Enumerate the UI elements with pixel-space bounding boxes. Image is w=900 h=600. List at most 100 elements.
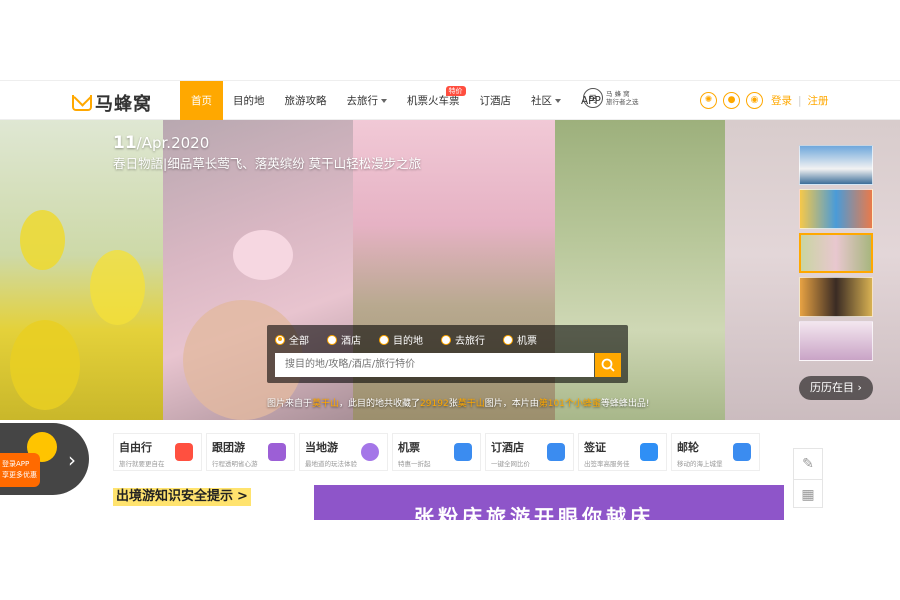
qq-icon[interactable]: ● [723, 92, 740, 109]
radio-icon [441, 334, 451, 345]
side-toolbar: ✎ ▦ [793, 448, 823, 508]
app-line1: 登录APP [2, 460, 30, 468]
weibo-icon[interactable]: ✺ [700, 92, 717, 109]
search-input[interactable] [275, 353, 594, 377]
thumbnail-3[interactable] [799, 233, 873, 273]
search-tab-travel[interactable]: 去旅行 [441, 332, 485, 347]
thumbnail-1[interactable] [799, 145, 873, 185]
service-bar: 自由行 旅行就要更自在 跟团游 行程透明省心游 当地游 最地道的玩法体验 机票 特惠一折… [113, 433, 760, 471]
service-free-travel[interactable]: 自由行 旅行就要更自在 [113, 433, 202, 471]
seal-line2: 旅行者之选 [606, 98, 639, 106]
nav-item-guides[interactable]: 旅游攻略 [275, 81, 337, 121]
search-button[interactable] [595, 353, 621, 377]
chevron-down-icon [555, 99, 561, 103]
pencil-icon[interactable]: ✎ [794, 449, 822, 479]
tab-label: 去旅行 [455, 336, 485, 347]
nav-item-travel[interactable]: 去旅行 [337, 81, 398, 121]
hero-thumbnails [799, 145, 873, 365]
search-panel: 全部 酒店 目的地 去旅行 机票 [267, 325, 628, 383]
seal-line1: 马 蜂 窝 [606, 90, 630, 98]
credit-place-link[interactable]: 莫干山 [312, 399, 339, 409]
nav-item-hotel[interactable]: 订酒店 [470, 81, 522, 121]
safety-tips-link[interactable]: 出境游知识安全提示 > [113, 488, 251, 506]
nav-label: 去旅行 [346, 95, 379, 107]
logo-text: 马蜂窝 [95, 94, 152, 115]
thumbnail-5[interactable] [799, 321, 873, 361]
chevron-right-icon: › [68, 448, 76, 472]
service-flights[interactable]: 机票 特惠一折起 [392, 433, 481, 471]
flower-blob [20, 210, 65, 270]
nav-item-destination[interactable]: 目的地 [223, 81, 275, 121]
passport-icon [640, 443, 658, 461]
view-more-button[interactable]: 历历在目 › [799, 376, 873, 400]
hero-title[interactable]: 春日物語|细品草长莺飞、落英缤纷 莫干山轻松漫步之旅 [113, 153, 421, 172]
date-rest: /Apr.2020 [136, 134, 210, 152]
hero-date: 11/Apr.2020 [113, 133, 209, 153]
search-tab-flight[interactable]: 机票 [503, 332, 537, 347]
tips-text: 出境游知识安全提示 [116, 489, 234, 504]
tab-label: 酒店 [341, 336, 361, 347]
credit-author-link[interactable]: 第101个小蜂蜜 [539, 399, 601, 409]
arrow-right-icon: > [237, 489, 248, 504]
search-tab-destination[interactable]: 目的地 [379, 332, 423, 347]
nav-item-home[interactable]: 首页 [180, 81, 223, 121]
chevron-down-icon [381, 99, 387, 103]
search-tab-hotel[interactable]: 酒店 [327, 332, 361, 347]
thumbnail-2[interactable] [799, 189, 873, 229]
wechat-icon[interactable]: ◉ [746, 92, 763, 109]
radio-icon [503, 334, 513, 345]
radio-icon [379, 334, 389, 345]
flower-blob [10, 320, 80, 410]
nav-label: 订酒店 [479, 95, 512, 107]
logo-mark-icon [72, 95, 92, 111]
thumbnail-4[interactable] [799, 277, 873, 317]
airplane-icon [454, 443, 472, 461]
credit-count: 29192 [420, 399, 449, 409]
search-tab-all[interactable]: 全部 [275, 332, 309, 347]
nav-label: 首页 [191, 95, 212, 107]
nav-label: 旅游攻略 [284, 95, 327, 107]
flower-blob [233, 230, 293, 280]
top-header: 马蜂窝 首页 目的地 旅游攻略 去旅行 机票火车票 特价 订酒店 社区 APP 马… [0, 80, 900, 121]
credit-text: 图片，本片由 [484, 399, 539, 409]
ship-icon [733, 443, 751, 461]
hotel-icon [547, 443, 565, 461]
tab-label: 目的地 [393, 336, 423, 347]
photo-credit: 图片来自于莫干山，此目的地共收藏了29192张莫干山图片，本片由第101个小蜂蜜… [267, 396, 650, 409]
service-group-tour[interactable]: 跟团游 行程透明省心游 [206, 433, 295, 471]
app-promo: 登录APP 享更多优惠 [0, 453, 40, 487]
radio-icon [275, 334, 285, 345]
main-nav: 首页 目的地 旅游攻略 去旅行 机票火车票 特价 订酒店 社区 APP [180, 81, 611, 121]
tab-label: 机票 [517, 336, 537, 347]
tab-label: 全部 [289, 336, 309, 347]
search-tabs: 全部 酒店 目的地 去旅行 机票 [275, 332, 537, 347]
credit-text: 图片来自于 [267, 399, 313, 409]
promo-banner[interactable]: 张粉床旅游开眼你越床 [314, 485, 784, 520]
credit-text: 等蜂蜂出品! [600, 399, 650, 409]
divider: | [798, 94, 802, 107]
login-link[interactable]: 登录 [771, 93, 792, 108]
social-login: ✺ ● ◉ [700, 92, 763, 109]
gift-icon [175, 443, 193, 461]
service-visa[interactable]: 签证 出签率高服务佳 [578, 433, 667, 471]
seal-text: 马 蜂 窝 旅行者之选 [606, 90, 639, 106]
service-local-tour[interactable]: 当地游 最地道的玩法体验 [299, 433, 388, 471]
login-links: 登录 | 注册 [771, 93, 829, 108]
nav-label: 社区 [531, 95, 552, 107]
credit-place-link[interactable]: 莫干山 [458, 399, 485, 409]
site-logo[interactable]: 马蜂窝 [72, 90, 152, 116]
credit-text: ，此目的地共收藏了 [339, 399, 421, 409]
balloon-icon [361, 443, 379, 461]
service-hotel[interactable]: 订酒店 一键全网比价 [485, 433, 574, 471]
nav-item-community[interactable]: 社区 [521, 81, 571, 121]
radio-icon [327, 334, 337, 345]
nav-item-tickets[interactable]: 机票火车票 特价 [397, 81, 470, 121]
register-link[interactable]: 注册 [808, 93, 829, 108]
brand-seal: 马 马 蜂 窝 旅行者之选 [583, 88, 639, 108]
nav-label: 目的地 [233, 95, 265, 107]
qrcode-icon[interactable]: ▦ [794, 479, 822, 509]
service-cruise[interactable]: 邮轮 移动的海上城堡 [671, 433, 760, 471]
page: 马蜂窝 首页 目的地 旅游攻略 去旅行 机票火车票 特价 订酒店 社区 APP 马… [0, 0, 900, 600]
app-download-tab[interactable]: 登录APP 享更多优惠 › [0, 423, 89, 495]
credit-text: 张 [448, 399, 458, 409]
